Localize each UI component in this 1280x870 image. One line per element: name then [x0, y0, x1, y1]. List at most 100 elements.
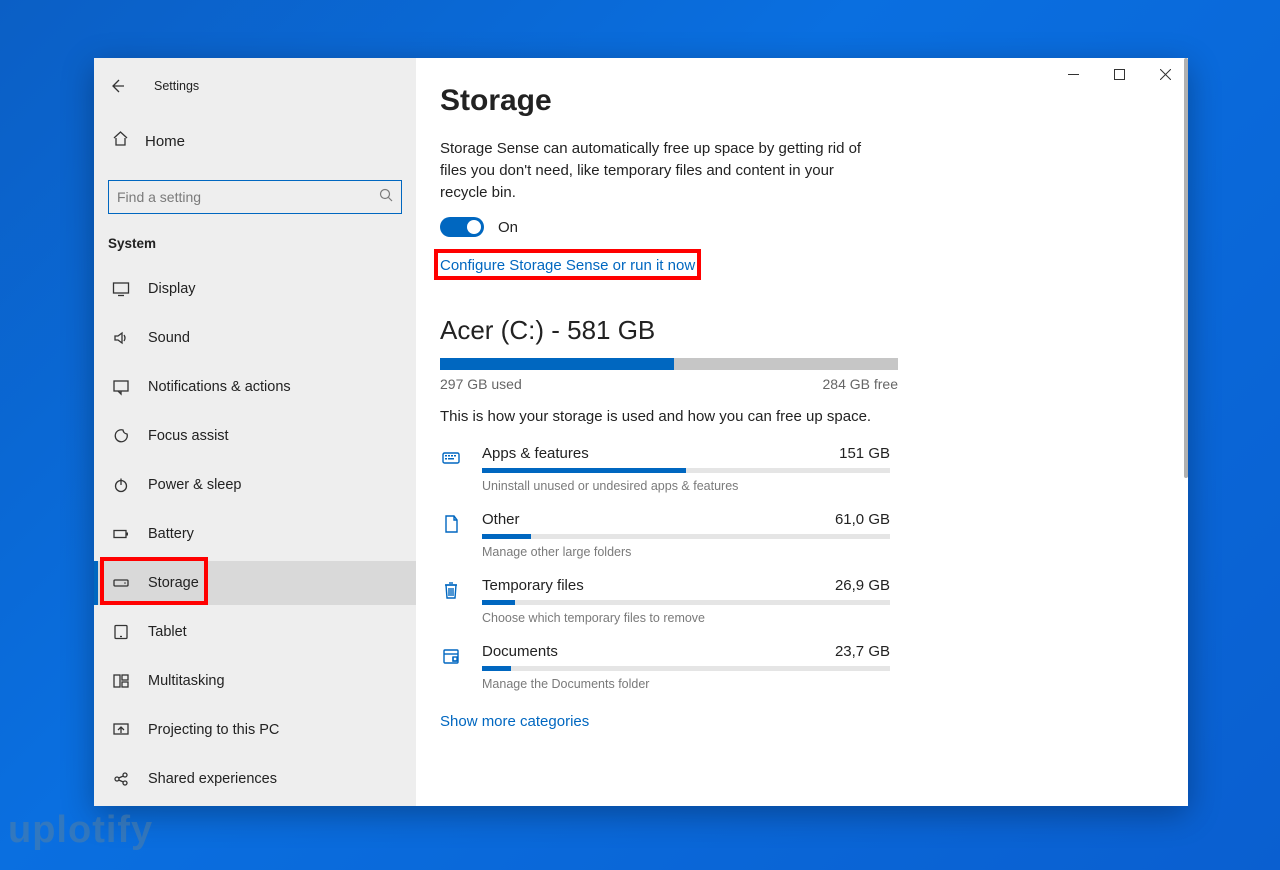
sidebar-item-label: Storage — [148, 575, 398, 591]
sidebar-item-label: Focus assist — [148, 428, 398, 444]
other-icon — [440, 513, 462, 535]
show-more-categories-link[interactable]: Show more categories — [440, 713, 589, 730]
category-bar-fill — [482, 666, 511, 671]
watermark: uplotify — [8, 809, 153, 852]
titlebar: Settings — [94, 66, 416, 106]
minimize-button[interactable] — [1050, 58, 1096, 90]
category-bar-fill — [482, 600, 515, 605]
category-name: Temporary files — [482, 577, 584, 594]
sidebar-item-tablet[interactable]: Tablet — [94, 610, 416, 654]
focus-icon — [112, 427, 130, 445]
sidebar-nav-list: Display Sound Notifications & actions Fo… — [94, 261, 416, 806]
settings-window: Settings Home System Display Sound Notif… — [94, 58, 1188, 806]
content-pane: Storage Storage Sense can automatically … — [416, 58, 1188, 806]
usage-description: This is how your storage is used and how… — [440, 408, 1128, 425]
sidebar-item-display[interactable]: Display — [94, 267, 416, 311]
sidebar-item-label: Projecting to this PC — [148, 722, 398, 738]
category-hint: Choose which temporary files to remove — [482, 611, 890, 625]
category-name: Documents — [482, 643, 558, 660]
sound-icon — [112, 329, 130, 347]
sidebar-item-notifications[interactable]: Notifications & actions — [94, 365, 416, 409]
sidebar-item-home[interactable]: Home — [94, 120, 416, 162]
sidebar-item-label: Multitasking — [148, 673, 398, 689]
tablet-icon — [112, 623, 130, 641]
category-body: Temporary files 26,9 GB Choose which tem… — [482, 577, 890, 625]
notifications-icon — [112, 378, 130, 396]
category-bar — [482, 534, 890, 539]
sidebar-item-label: Shared experiences — [148, 771, 398, 787]
power-icon — [112, 476, 130, 494]
sidebar-item-label: Sound — [148, 330, 398, 346]
storage-sense-toggle-row: On — [440, 217, 1128, 237]
drive-used-label: 297 GB used — [440, 376, 522, 392]
category-body: Other 61,0 GB Manage other large folders — [482, 511, 890, 559]
category-name: Apps & features — [482, 445, 589, 462]
sidebar-item-label: Power & sleep — [148, 477, 398, 493]
category-row-apps[interactable]: Apps & features 151 GB Uninstall unused … — [440, 445, 1128, 493]
sidebar-item-label: Tablet — [148, 624, 398, 640]
home-label: Home — [145, 133, 185, 150]
sidebar-item-sound[interactable]: Sound — [94, 316, 416, 360]
apps-icon — [440, 447, 462, 469]
sidebar-item-shared[interactable]: Shared experiences — [94, 757, 416, 801]
temp-icon — [440, 579, 462, 601]
sidebar-item-label: Battery — [148, 526, 398, 542]
toggle-knob — [467, 220, 481, 234]
category-bar — [482, 468, 890, 473]
sidebar-item-power[interactable]: Power & sleep — [94, 463, 416, 507]
sidebar-item-multitasking[interactable]: Multitasking — [94, 659, 416, 703]
sidebar-section-label: System — [108, 236, 416, 251]
category-size: 26,9 GB — [835, 577, 890, 594]
search-input[interactable] — [117, 189, 379, 205]
category-hint: Manage other large folders — [482, 545, 890, 559]
projecting-icon — [112, 721, 130, 739]
sidebar-item-battery[interactable]: Battery — [94, 512, 416, 556]
search-icon — [379, 188, 393, 207]
category-name: Other — [482, 511, 520, 528]
sidebar-item-focus[interactable]: Focus assist — [94, 414, 416, 458]
display-icon — [112, 280, 130, 298]
sidebar-item-storage[interactable]: Storage — [94, 561, 416, 605]
window-title: Settings — [154, 79, 199, 93]
storage-sense-toggle-label: On — [498, 219, 518, 236]
search-input-container[interactable] — [108, 180, 402, 214]
category-row-temp[interactable]: Temporary files 26,9 GB Choose which tem… — [440, 577, 1128, 625]
drive-stats: 297 GB used 284 GB free — [440, 376, 898, 392]
scrollbar[interactable] — [1184, 58, 1188, 478]
category-bar-fill — [482, 468, 686, 473]
drive-free-label: 284 GB free — [823, 376, 899, 392]
category-body: Documents 23,7 GB Manage the Documents f… — [482, 643, 890, 691]
drive-usage-fill — [440, 358, 674, 370]
storage-sense-toggle[interactable] — [440, 217, 484, 237]
drive-title: Acer (C:) - 581 GB — [440, 315, 1128, 346]
page-title: Storage — [440, 84, 1128, 118]
category-size: 61,0 GB — [835, 511, 890, 528]
home-icon — [112, 130, 129, 152]
sidebar-item-projecting[interactable]: Projecting to this PC — [94, 708, 416, 752]
drive-usage-bar — [440, 358, 898, 370]
close-button[interactable] — [1142, 58, 1188, 90]
category-row-docs[interactable]: Documents 23,7 GB Manage the Documents f… — [440, 643, 1128, 691]
shared-icon — [112, 770, 130, 788]
category-hint: Manage the Documents folder — [482, 677, 890, 691]
storage-sense-description: Storage Sense can automatically free up … — [440, 138, 880, 203]
sidebar-item-label: Display — [148, 281, 398, 297]
configure-storage-sense-link[interactable]: Configure Storage Sense or run it now — [440, 257, 695, 274]
category-size: 23,7 GB — [835, 643, 890, 660]
maximize-button[interactable] — [1096, 58, 1142, 90]
battery-icon — [112, 525, 130, 543]
category-hint: Uninstall unused or undesired apps & fea… — [482, 479, 890, 493]
storage-icon — [112, 574, 130, 592]
back-button[interactable] — [108, 77, 126, 95]
multitasking-icon — [112, 672, 130, 690]
category-bar — [482, 666, 890, 671]
sidebar-item-label: Notifications & actions — [148, 379, 398, 395]
window-controls — [1050, 58, 1188, 90]
category-size: 151 GB — [839, 445, 890, 462]
sidebar: Settings Home System Display Sound Notif… — [94, 58, 416, 806]
category-body: Apps & features 151 GB Uninstall unused … — [482, 445, 890, 493]
category-bar — [482, 600, 890, 605]
category-list: Apps & features 151 GB Uninstall unused … — [440, 445, 1128, 691]
category-row-other[interactable]: Other 61,0 GB Manage other large folders — [440, 511, 1128, 559]
category-bar-fill — [482, 534, 531, 539]
